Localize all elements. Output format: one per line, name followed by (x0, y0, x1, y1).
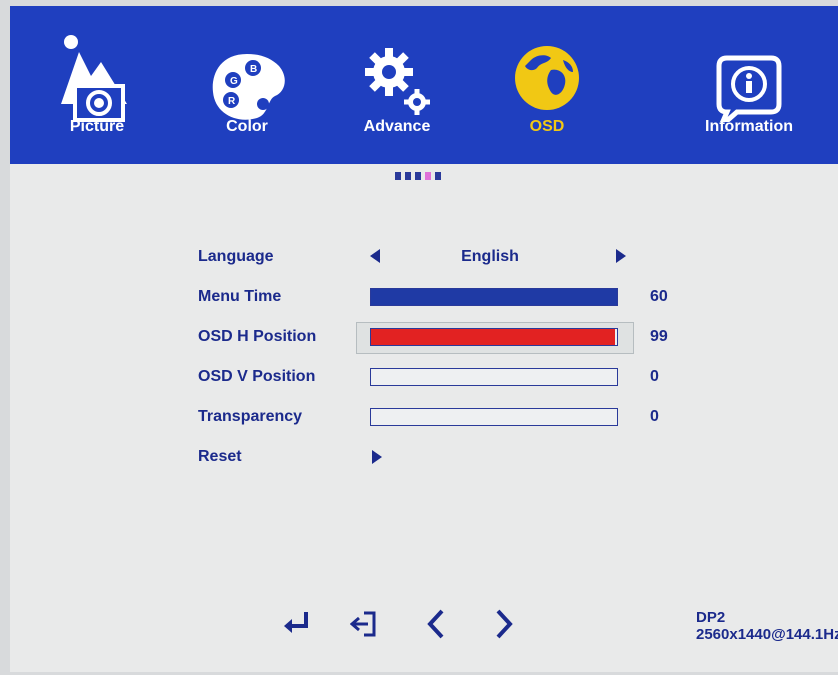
tab-label: Advance (363, 118, 431, 135)
tab-color[interactable]: B G R Color (172, 6, 322, 164)
tab-picture[interactable]: Picture (22, 6, 172, 164)
tab-label: Information (705, 118, 793, 135)
transparency-value: 0 (650, 408, 659, 425)
language-label: Language (198, 248, 274, 265)
resolution: 2560x1440@144.1Hz (696, 626, 838, 643)
slider-fill (371, 329, 615, 345)
information-icon (716, 55, 782, 122)
menu-time-value: 60 (650, 288, 668, 305)
page-dot (415, 172, 421, 180)
exit-icon[interactable] (350, 610, 380, 638)
color-palette-icon: B G R (212, 54, 285, 120)
page-dot (435, 172, 441, 180)
input-source: DP2 (696, 609, 726, 626)
right-arrow-icon[interactable] (616, 249, 626, 263)
svg-text:G: G (230, 76, 238, 87)
page-dot (405, 172, 411, 180)
tab-osd[interactable]: OSD (472, 6, 622, 164)
page-indicator (395, 172, 445, 182)
gears-icon (365, 48, 430, 115)
osd-v-position-value: 0 (650, 368, 659, 385)
right-chevron-icon[interactable] (492, 608, 516, 640)
left-chevron-icon[interactable] (424, 608, 448, 640)
menu-time-slider[interactable] (370, 288, 618, 306)
osd-v-position-slider[interactable] (370, 368, 618, 386)
tab-advance[interactable]: Advance (322, 6, 472, 164)
picture-icon (61, 35, 127, 122)
tab-label: Color (226, 118, 268, 135)
transparency-label: Transparency (198, 408, 303, 425)
reset-arrow-icon[interactable] (372, 450, 382, 464)
osd-h-position-value: 99 (650, 328, 668, 345)
page-dot-active (425, 172, 431, 180)
page-dot (395, 172, 401, 180)
osd-h-position-label: OSD H Position (198, 328, 317, 345)
osd-screen: Picture B G R Color Advance OSD Informat… (10, 6, 838, 672)
enter-icon[interactable] (282, 610, 312, 638)
slider-fill (371, 289, 617, 305)
transparency-slider[interactable] (370, 408, 618, 426)
globe-icon (515, 46, 579, 110)
svg-text:R: R (228, 96, 236, 107)
osd-v-position-label: OSD V Position (198, 368, 316, 385)
reset-label: Reset (198, 448, 242, 465)
tab-label: OSD (529, 118, 565, 135)
input-info: DP2 2560x1440@144.1Hz (696, 609, 838, 643)
language-value: English (461, 248, 519, 265)
tab-information[interactable]: Information (674, 6, 824, 164)
svg-text:B: B (250, 64, 257, 75)
osd-h-position-slider[interactable] (370, 328, 618, 346)
menu-time-label: Menu Time (198, 288, 282, 305)
left-arrow-icon[interactable] (370, 249, 380, 263)
tab-label: Picture (69, 118, 125, 135)
menu-tab-bar: Picture B G R Color Advance OSD Informat… (10, 6, 838, 164)
